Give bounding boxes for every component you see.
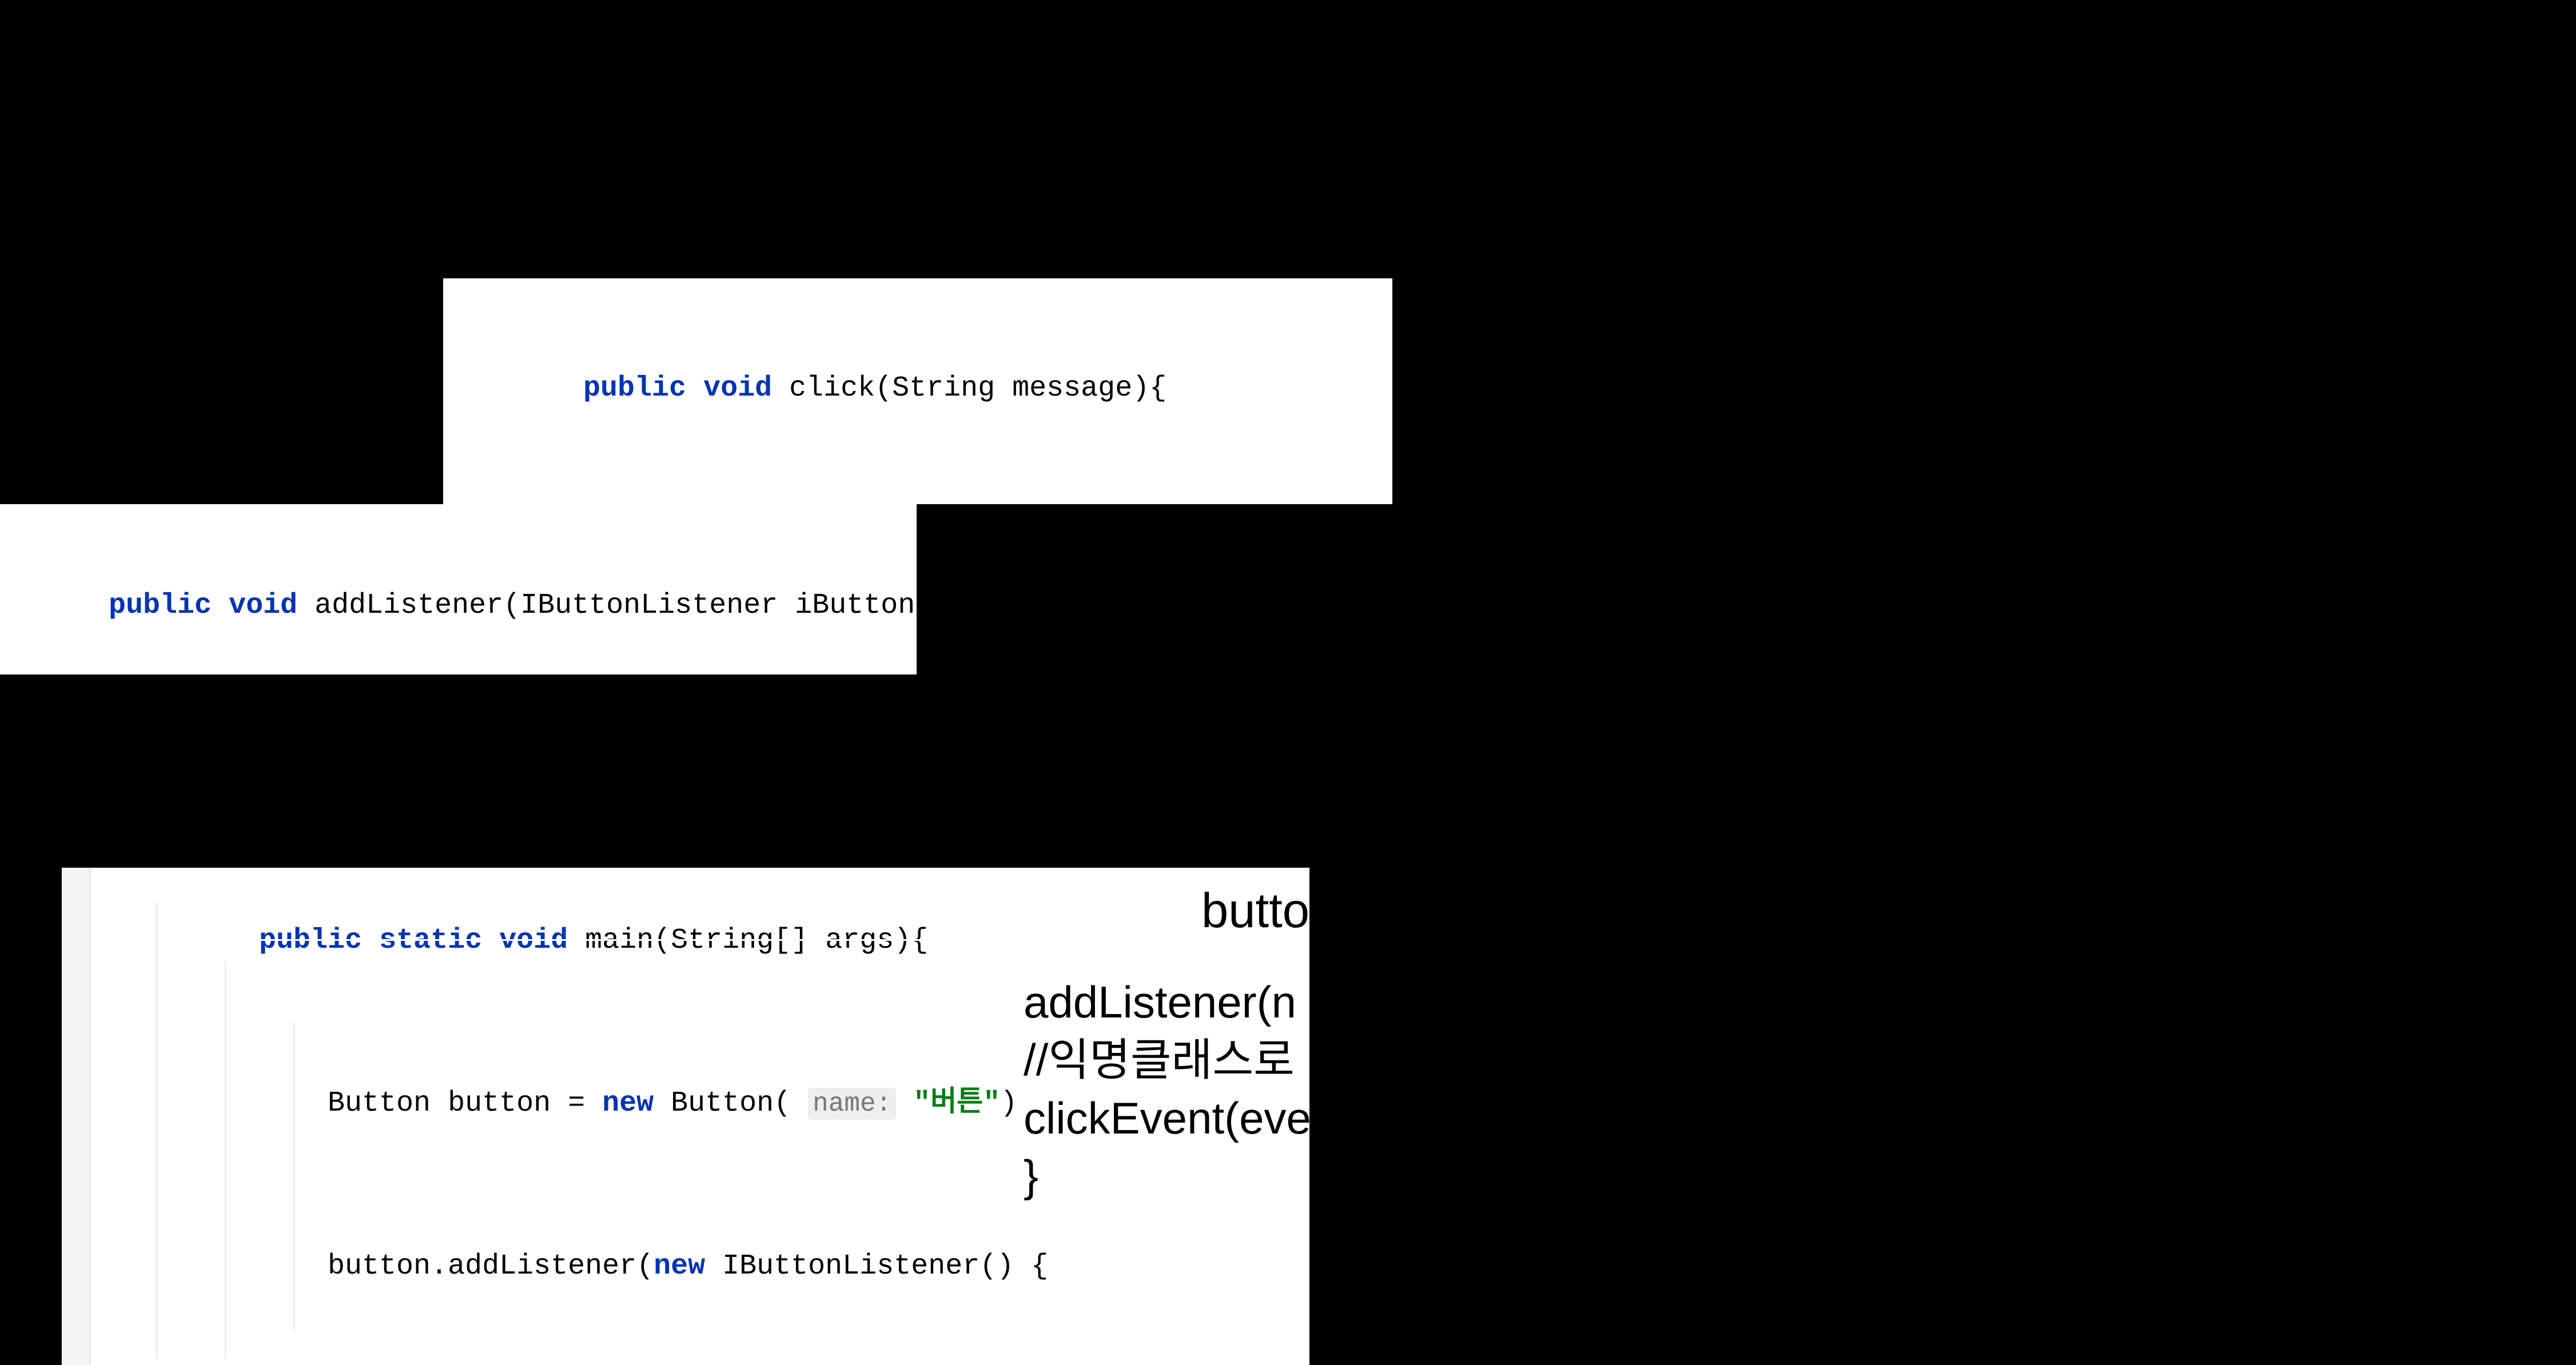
keyword-new: new <box>654 1250 705 1283</box>
keyword-new: new <box>602 1087 654 1120</box>
string-literal: "버튼" <box>913 1087 1000 1120</box>
keyword-public-void: public void <box>583 372 772 405</box>
code-panel-click-method: public void click(String message){ iButt… <box>443 278 1392 504</box>
parameter-hint: name: <box>808 1088 896 1120</box>
overlay-line: } <box>1024 1147 1309 1205</box>
anonymous-class: IButtonListener() { <box>705 1250 1048 1283</box>
code-line[interactable]: public void click(String message){ <box>443 307 1392 470</box>
overlay-line: clickEvent(eve <box>1024 1089 1309 1147</box>
keyword-public-static-void: public static void <box>259 924 568 957</box>
code-line[interactable]: @Override <box>90 1348 1309 1365</box>
method-signature: addListener(IButtonListener iButtonListe… <box>297 589 917 622</box>
method-signature: click(String message){ <box>772 372 1166 405</box>
keyword-public-void: public void <box>109 589 297 622</box>
variable-declaration: Button button = <box>328 1087 602 1120</box>
method-signature: main(String[] args){ <box>568 924 928 957</box>
overlay-title: butto <box>1024 883 1309 939</box>
overlay-line: //익명클래스로 <box>1024 1031 1309 1089</box>
method-call: button.addListener( <box>328 1250 654 1283</box>
code-line[interactable]: public void addListener(IButtonListener … <box>0 524 917 674</box>
code-line[interactable]: iButtonListener.clickEvent(message); <box>443 470 1392 504</box>
overlay-line: addListener(n <box>1024 973 1309 1031</box>
code-panel-addlistener: public void addListener(IButtonListener … <box>0 504 917 674</box>
text-overlay-panel: butto addListener(n //익명클래스로 clickEvent(… <box>1018 872 1309 1238</box>
